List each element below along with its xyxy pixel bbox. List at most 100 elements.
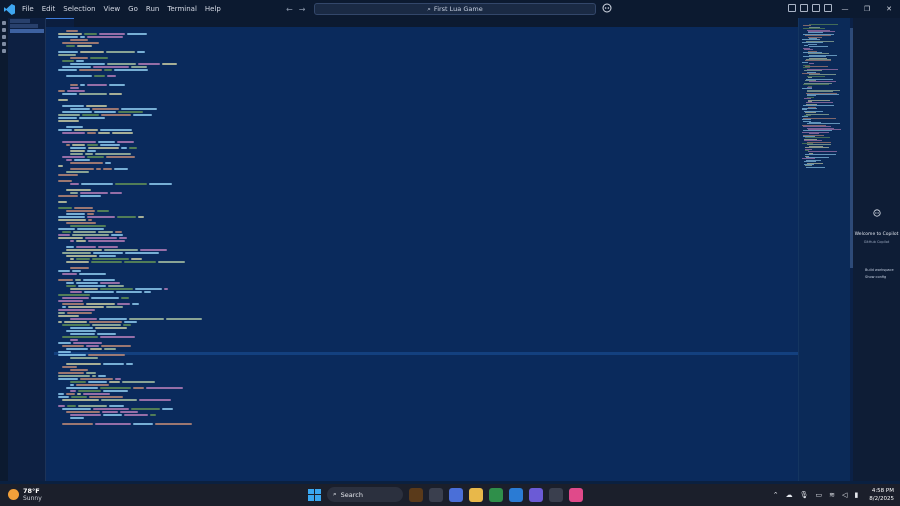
code-token — [104, 348, 116, 350]
weather-widget[interactable]: 78°F Sunny — [8, 487, 42, 502]
toggle-panel-icon[interactable] — [812, 4, 820, 12]
display-icon[interactable]: ▭ — [816, 491, 823, 499]
vscode-taskbar-icon[interactable] — [509, 487, 523, 502]
explorer-row[interactable] — [10, 19, 30, 23]
menu-item-go[interactable]: Go — [124, 0, 142, 18]
extensions-icon[interactable] — [2, 49, 6, 53]
code-token — [70, 84, 78, 86]
app-icon[interactable] — [569, 487, 583, 502]
copilot-icon[interactable] — [602, 3, 612, 13]
source-control-icon[interactable] — [2, 35, 6, 39]
menu-item-file[interactable]: File — [18, 0, 38, 18]
code-token — [62, 324, 90, 326]
explorer-icon[interactable] — [2, 21, 6, 25]
code-token — [70, 318, 97, 320]
clock[interactable]: 4:58 PM 8/2/2025 — [869, 487, 894, 503]
code-token — [58, 237, 83, 239]
back-arrow-icon[interactable]: ← — [286, 5, 293, 14]
navigation-arrows: ← → — [286, 0, 305, 18]
search-view-icon[interactable] — [2, 28, 6, 32]
tab-main-lua[interactable] — [46, 18, 74, 27]
forward-arrow-icon[interactable]: → — [299, 5, 306, 14]
code-token — [80, 84, 85, 86]
command-center-label: First Lua Game — [433, 5, 483, 13]
menu-item-help[interactable]: Help — [201, 0, 225, 18]
code-token — [66, 282, 74, 284]
menu-item-view[interactable]: View — [100, 0, 125, 18]
copilot-app-icon[interactable] — [449, 487, 463, 502]
code-token — [111, 234, 123, 236]
code-token — [58, 51, 78, 53]
code-editor[interactable] — [46, 27, 798, 481]
code-token — [58, 201, 67, 203]
toggle-primary-sidebar-icon[interactable] — [800, 4, 808, 12]
menu-item-edit[interactable]: Edit — [38, 0, 60, 18]
code-token — [76, 282, 98, 284]
microphone-icon[interactable]: 🎙 — [800, 491, 809, 499]
code-token — [94, 75, 105, 77]
copilot-chat-panel: Welcome to Copilot GitHub Copilot Build … — [853, 18, 900, 481]
code-token — [58, 312, 65, 314]
code-token — [91, 261, 122, 263]
toggle-secondary-sidebar-icon[interactable] — [824, 4, 832, 12]
battery-icon[interactable]: ▮ — [854, 491, 858, 499]
code-token — [66, 261, 89, 263]
explorer-sidebar — [8, 18, 46, 481]
code-token — [90, 348, 102, 350]
customize-layout-icon[interactable] — [788, 4, 796, 12]
code-token — [108, 285, 124, 287]
wifi-icon[interactable]: ≋ — [829, 491, 835, 499]
taskbar-search[interactable]: ⌕ Search — [327, 487, 403, 502]
code-token — [62, 399, 99, 401]
menu-item-selection[interactable]: Selection — [59, 0, 99, 18]
minimap-line — [805, 154, 836, 156]
code-token — [62, 60, 74, 62]
menu-item-run[interactable]: Run — [142, 0, 163, 18]
chevron-up-icon[interactable]: ⌃ — [773, 491, 779, 499]
code-token — [70, 258, 74, 260]
code-token — [101, 399, 137, 401]
code-token — [77, 393, 81, 395]
code-token — [162, 63, 177, 65]
terminal-app-icon[interactable] — [529, 487, 543, 502]
minimap[interactable] — [798, 18, 850, 481]
code-token — [92, 258, 129, 260]
code-token — [87, 213, 94, 215]
code-token — [98, 231, 113, 233]
code-token — [84, 33, 97, 35]
code-token — [121, 297, 129, 299]
code-token — [88, 381, 107, 383]
file-explorer-icon[interactable] — [469, 487, 483, 502]
explorer-row-selected[interactable] — [10, 29, 44, 33]
code-token — [62, 423, 93, 425]
close-button[interactable]: ✕ — [878, 0, 900, 18]
app-icon[interactable] — [549, 487, 563, 502]
code-token — [79, 273, 106, 275]
chat-suggestion[interactable]: Show config — [865, 275, 886, 279]
code-token — [125, 252, 159, 254]
code-token — [66, 387, 98, 389]
command-center-search[interactable]: ⌕ First Lua Game — [314, 3, 596, 15]
minimap-line — [808, 43, 817, 45]
code-token — [58, 378, 78, 380]
task-view-icon[interactable] — [429, 487, 443, 502]
taskbar: 78°F Sunny ⌕ Search ⌃ ☁ 🎙 ▭ ≋ ◁ ▮ 4:58 P… — [0, 484, 900, 506]
volume-icon[interactable]: ◁ — [842, 491, 847, 499]
explorer-row[interactable] — [10, 24, 38, 28]
menu-item-terminal[interactable]: Terminal — [163, 0, 201, 18]
vscode-logo-icon[interactable] — [0, 0, 18, 18]
cloud-icon[interactable]: ☁ — [786, 491, 793, 499]
code-token — [58, 129, 72, 131]
chrome-icon[interactable] — [489, 487, 503, 502]
chat-suggestion[interactable]: Build workspace — [865, 268, 894, 272]
code-token — [80, 195, 101, 197]
run-debug-icon[interactable] — [2, 42, 6, 46]
minimize-button[interactable]: — — [834, 0, 856, 18]
start-button[interactable] — [307, 488, 321, 502]
code-token — [97, 333, 116, 335]
widgets-app-icon[interactable] — [409, 487, 423, 502]
maximize-button[interactable]: ❐ — [856, 0, 878, 18]
code-token — [98, 375, 106, 377]
code-token — [62, 345, 84, 347]
code-token — [98, 132, 110, 134]
